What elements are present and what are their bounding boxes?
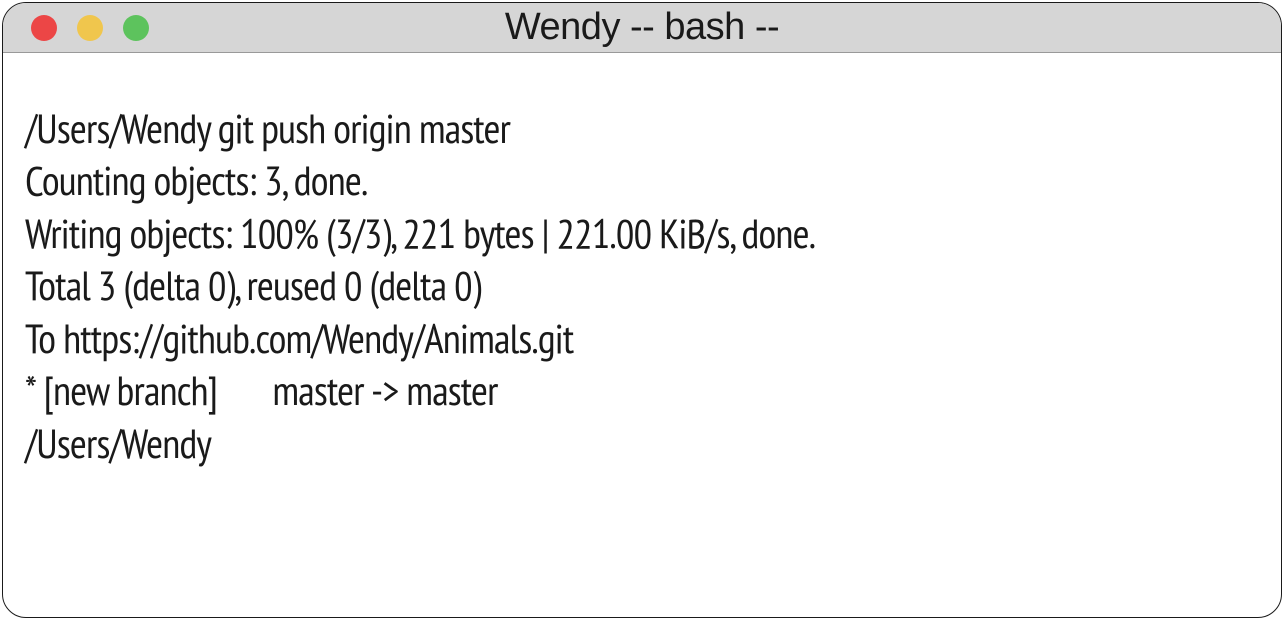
- terminal-window: Wendy -- bash -- /Users/Wendy git push o…: [2, 2, 1282, 618]
- terminal-line: To https://github.com/Wendy/Animals.git: [25, 312, 573, 365]
- window-controls: [31, 15, 149, 41]
- terminal-line: Writing objects: 100% (3/3), 221 bytes |…: [25, 207, 815, 260]
- minimize-icon[interactable]: [77, 15, 103, 41]
- terminal-output[interactable]: /Users/Wendy git push origin master Coun…: [3, 53, 1281, 490]
- terminal-line: /Users/Wendy git push origin master: [25, 102, 510, 155]
- title-bar: Wendy -- bash --: [3, 3, 1281, 53]
- close-icon[interactable]: [31, 15, 57, 41]
- terminal-line: /Users/Wendy: [25, 417, 211, 470]
- terminal-line: Total 3 (delta 0), reused 0 (delta 0): [25, 259, 481, 312]
- maximize-icon[interactable]: [123, 15, 149, 41]
- terminal-line: Counting objects: 3, done.: [25, 154, 367, 207]
- window-title: Wendy -- bash --: [505, 6, 779, 49]
- terminal-line: * [new branch] master -> master: [25, 364, 498, 417]
